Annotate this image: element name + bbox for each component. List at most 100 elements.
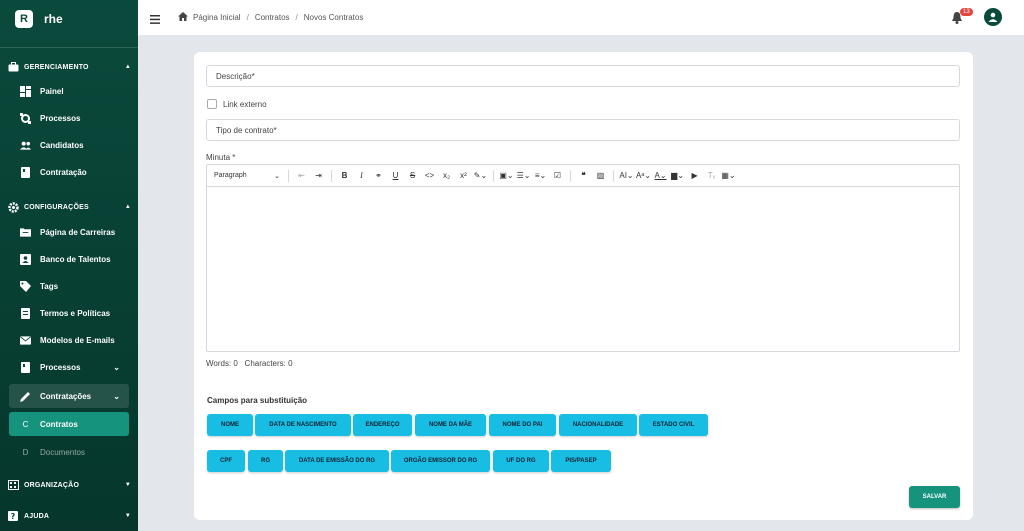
italic-icon[interactable]: I (354, 168, 369, 184)
paragraph-select[interactable]: Paragraph ⌄ (214, 172, 284, 180)
superscript-icon[interactable]: x² (456, 168, 471, 184)
chevron-down-icon: ⌄ (274, 172, 280, 180)
sidebar-item-painel[interactable]: Painel (9, 79, 129, 103)
sidebar-item-candidatos[interactable]: Candidatos (9, 133, 129, 157)
field-chip-pis-pasep[interactable]: PIS/PASEP (551, 450, 611, 472)
sidebar-item-talentos[interactable]: Banco de Talentos (9, 247, 129, 271)
field-chip-rg[interactable]: RG (248, 450, 283, 472)
save-button[interactable]: SALVAR (909, 486, 960, 508)
section-organizacao[interactable]: ORGANIZAÇÃO ▼ (0, 476, 138, 494)
font-color-icon[interactable]: A⌄ (653, 168, 668, 184)
insert-template-icon[interactable]: ▣⌄ (499, 168, 514, 184)
sidebar-item-tags[interactable]: Tags (9, 274, 129, 298)
contract-form-card: Descrição* Link externo Tipo de contrato… (194, 52, 973, 520)
description-field[interactable]: Descrição* (206, 65, 960, 87)
avatar[interactable] (984, 8, 1002, 26)
sidebar-item-termos[interactable]: Termos e Políticas (9, 301, 129, 325)
field-chip-cpf[interactable]: CPF (207, 450, 245, 472)
sidebar-item-label: Contratações (40, 391, 92, 401)
breadcrumb-current: Novos Contratos (303, 13, 364, 22)
strikethrough-icon[interactable]: S (405, 168, 420, 184)
building-icon (7, 479, 19, 491)
sidebar-item-emails[interactable]: Modelos de E-mails (9, 328, 129, 352)
brand-logo: R (15, 10, 33, 28)
sidebar-item-documentos[interactable]: D Documentos (9, 440, 129, 464)
external-link-label: Link externo (223, 99, 267, 109)
blockquote-icon[interactable]: ❝ (576, 168, 591, 184)
field-chip-endereco[interactable]: ENDEREÇO (353, 414, 412, 436)
paragraph-select-value: Paragraph (214, 171, 247, 179)
field-chip-nome-pai[interactable]: NOME DO PAI (489, 414, 556, 436)
outdent-icon[interactable]: ⇤ (294, 168, 309, 184)
field-chip-estado-civil[interactable]: ESTADO CIVIL (639, 414, 708, 436)
home-icon[interactable] (178, 12, 188, 23)
background-color-icon[interactable]: ▆⌄ (670, 168, 685, 184)
field-chip-orgao-emissor-rg[interactable]: ORGÃO EMISSOR DO RG (391, 450, 490, 472)
contract-type-field[interactable]: Tipo de contrato* (206, 119, 960, 141)
sidebar-item-contratacoes[interactable]: Contratações ⌄ (9, 384, 129, 408)
sidebar-item-label: Termos e Políticas (40, 308, 111, 318)
field-chip-nacionalidade[interactable]: NACIONALIDADE (559, 414, 637, 436)
characters-count: Characters: 0 (244, 359, 293, 368)
breadcrumb-separator: / (295, 13, 298, 22)
section-gerenciamento[interactable]: GERENCIAMENTO ▲ (0, 58, 138, 76)
sidebar-item-letter: C (22, 419, 29, 429)
breadcrumb-section[interactable]: Contratos (255, 13, 290, 22)
code-icon[interactable]: <> (422, 168, 437, 184)
underline-icon[interactable]: U (388, 168, 403, 184)
numbered-list-icon[interactable]: ≡⌄ (533, 168, 548, 184)
font-family-icon[interactable]: Aᵃ⌄ (636, 168, 651, 184)
pencil-icon (20, 391, 31, 402)
sidebar-item-label: Candidatos (40, 140, 84, 150)
bold-icon[interactable]: B (337, 168, 352, 184)
sidebar-item-processos-config[interactable]: Processos ⌄ (9, 355, 129, 379)
people-icon (20, 140, 31, 151)
field-chip-data-nascimento[interactable]: DATA DE NASCIMENTO (255, 414, 351, 436)
sidebar-item-contratos[interactable]: C Contratos (9, 412, 129, 436)
section-configuracoes[interactable]: CONFIGURAÇÕES ▲ (0, 198, 138, 216)
sidebar-item-label: Documentos (40, 447, 85, 457)
top-bar: Página Inicial / Contratos / Novos Contr… (138, 0, 1024, 35)
help-icon: ? (7, 510, 19, 522)
todo-list-icon[interactable]: ☑ (550, 168, 565, 184)
contact-card-icon (20, 253, 31, 265)
sidebar-item-letter: D (22, 447, 29, 457)
section-ajuda[interactable]: ? AJUDA ▼ (0, 507, 138, 525)
toolbar-divider (288, 169, 289, 182)
caret-down-icon: ▼ (124, 513, 131, 519)
menu-icon[interactable] (150, 11, 160, 24)
external-link-option[interactable]: Link externo (207, 99, 267, 109)
sidebar-item-contratacao[interactable]: Contratação (9, 160, 129, 184)
toolbar-divider (613, 169, 614, 182)
tag-icon (20, 280, 31, 292)
bulleted-list-icon[interactable]: ☰⌄ (516, 168, 531, 184)
field-chip-data-emissao-rg[interactable]: DATA DE EMISSÃO DO RG (285, 450, 389, 472)
insert-image-icon[interactable]: ▨ (593, 168, 608, 184)
subscript-icon[interactable]: x₂ (439, 168, 454, 184)
briefcase-icon (7, 61, 19, 73)
remove-format-icon[interactable]: Tₓ (704, 168, 719, 184)
toolbar-divider (331, 169, 332, 182)
field-chip-nome-mae[interactable]: NOME DA MÃE (415, 414, 486, 436)
chevron-down-icon: ⌄ (113, 391, 120, 401)
sidebar-item-label: Contratação (40, 167, 87, 177)
media-embed-icon[interactable]: ▶ (687, 168, 702, 184)
rich-text-editor: Paragraph ⌄ ⇤ ⇥ B I ⚭ U S <> x₂ x² ✎⌄ ▣⌄… (206, 164, 960, 352)
sidebar-item-label: Modelos de E-mails (40, 335, 115, 345)
indent-icon[interactable]: ⇥ (311, 168, 326, 184)
brand-divider (0, 47, 138, 48)
highlight-icon[interactable]: ✎⌄ (473, 168, 488, 184)
caret-up-icon: ▲ (124, 204, 131, 210)
font-size-icon[interactable]: AI⌄ (619, 168, 634, 184)
external-link-checkbox[interactable] (207, 99, 217, 109)
link-icon[interactable]: ⚭ (371, 168, 386, 184)
sidebar-item-processos[interactable]: Processos (9, 106, 129, 130)
table-icon[interactable]: ▦⌄ (721, 168, 736, 184)
field-chip-uf-rg[interactable]: UF DO RG (493, 450, 549, 472)
caret-down-icon: ▼ (124, 482, 131, 488)
breadcrumb-home[interactable]: Página Inicial (193, 13, 241, 22)
brand[interactable]: R rhe (0, 0, 138, 38)
toolbar-divider (570, 169, 571, 182)
sidebar-item-carreiras[interactable]: Página de Carreiras (9, 220, 129, 244)
field-chip-nome[interactable]: NOME (207, 414, 253, 436)
